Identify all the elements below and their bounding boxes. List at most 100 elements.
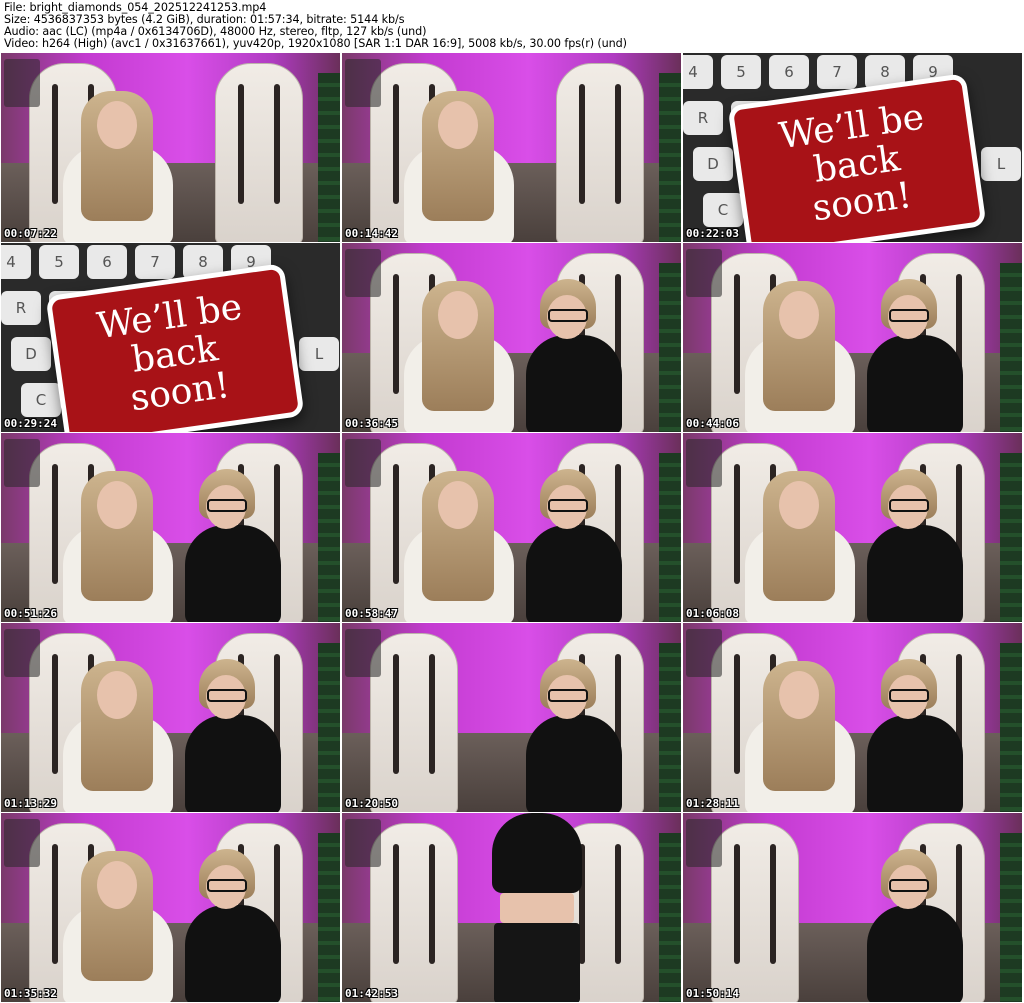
- face: [97, 861, 137, 909]
- glasses: [207, 879, 247, 892]
- timestamp-label: 00:22:03: [686, 227, 739, 240]
- stream-overlay-panel: [345, 819, 381, 867]
- timestamp-label: 00:51:26: [4, 607, 57, 620]
- christmas-tree: [659, 73, 681, 242]
- keyboard-key: L: [299, 337, 339, 371]
- keyboard-key: 5: [39, 245, 79, 279]
- gaming-chair: [711, 823, 799, 1002]
- stream-scene: [1, 623, 340, 812]
- christmas-tree: [318, 453, 340, 622]
- timestamp-label: 01:28:11: [686, 797, 739, 810]
- video-thumbnail[interactable]: 456789RTYUIODFGHJKLCVBNMWe’ll bebacksoon…: [683, 53, 1022, 242]
- keyboard-key: 7: [135, 245, 175, 279]
- glasses: [889, 689, 929, 702]
- stream-overlay-panel: [345, 629, 381, 677]
- face: [779, 291, 819, 339]
- stream-overlay-panel: [686, 249, 722, 297]
- glasses: [889, 499, 929, 512]
- gaming-chair: [370, 823, 458, 1002]
- face: [779, 671, 819, 719]
- timestamp-label: 01:42:53: [345, 987, 398, 1000]
- stream-scene: [1, 813, 340, 1002]
- keyboard-key: 7: [817, 55, 857, 89]
- timestamp-label: 00:36:45: [345, 417, 398, 430]
- video-thumbnail[interactable]: 01:35:32: [1, 813, 340, 1002]
- christmas-tree: [659, 833, 681, 1002]
- video-thumbnail[interactable]: 456789RTYUIODFGHJKLCVBNMWe’ll bebacksoon…: [1, 243, 340, 432]
- keyboard-key: D: [11, 337, 51, 371]
- keyboard-key: 6: [769, 55, 809, 89]
- face: [438, 291, 478, 339]
- stream-overlay-panel: [686, 629, 722, 677]
- timestamp-label: 00:58:47: [345, 607, 398, 620]
- stream-scene: [683, 623, 1022, 812]
- timestamp-label: 00:29:24: [4, 417, 57, 430]
- stream-scene: [342, 243, 681, 432]
- keyboard-key: 4: [683, 55, 713, 89]
- stream-scene: [1, 433, 340, 622]
- stream-scene: [1, 53, 340, 242]
- performer-right: [867, 715, 963, 812]
- video-thumbnail[interactable]: 00:07:22: [1, 53, 340, 242]
- timestamp-label: 00:44:06: [686, 417, 739, 430]
- glasses: [207, 689, 247, 702]
- performer-midriff: [500, 893, 574, 923]
- stream-overlay-panel: [686, 819, 722, 867]
- face: [438, 101, 478, 149]
- christmas-tree: [659, 263, 681, 432]
- video-thumbnail[interactable]: 00:44:06: [683, 243, 1022, 432]
- stream-scene: [342, 623, 681, 812]
- keyboard-key: R: [683, 101, 723, 135]
- christmas-tree: [659, 643, 681, 812]
- face: [97, 101, 137, 149]
- christmas-tree: [1000, 643, 1022, 812]
- stream-overlay-panel: [345, 249, 381, 297]
- gaming-chair: [556, 63, 644, 242]
- video-thumbnail[interactable]: 01:28:11: [683, 623, 1022, 812]
- performer-torso-top: [492, 813, 582, 893]
- stream-scene: [342, 433, 681, 622]
- performer-right: [526, 525, 622, 622]
- christmas-tree: [1000, 263, 1022, 432]
- video-thumbnail[interactable]: 01:42:53: [342, 813, 681, 1002]
- glasses: [207, 499, 247, 512]
- gaming-chair: [370, 633, 458, 812]
- performer-right: [185, 715, 281, 812]
- christmas-tree: [1000, 833, 1022, 1002]
- performer-right: [185, 525, 281, 622]
- glasses: [889, 879, 929, 892]
- performer-right: [867, 335, 963, 432]
- video-thumbnail[interactable]: 01:13:29: [1, 623, 340, 812]
- christmas-tree: [318, 833, 340, 1002]
- keyboard-key: 5: [721, 55, 761, 89]
- face: [779, 481, 819, 529]
- stream-overlay-panel: [4, 59, 40, 107]
- video-thumbnail[interactable]: 00:36:45: [342, 243, 681, 432]
- video-thumbnail[interactable]: 01:20:50: [342, 623, 681, 812]
- video-thumbnail[interactable]: 00:14:42: [342, 53, 681, 242]
- stream-overlay-panel: [345, 59, 381, 107]
- stream-scene: [342, 53, 681, 242]
- video-thumbnail[interactable]: 01:50:14: [683, 813, 1022, 1002]
- face: [97, 481, 137, 529]
- stream-overlay-panel: [4, 629, 40, 677]
- keyboard-key: C: [21, 383, 61, 417]
- timestamp-label: 01:06:08: [686, 607, 739, 620]
- keyboard-key: L: [981, 147, 1021, 181]
- timestamp-label: 01:50:14: [686, 987, 739, 1000]
- keyboard-key: C: [703, 193, 743, 227]
- christmas-tree: [1000, 453, 1022, 622]
- timestamp-label: 01:20:50: [345, 797, 398, 810]
- face: [97, 671, 137, 719]
- stream-scene: [683, 433, 1022, 622]
- video-thumbnail[interactable]: 00:58:47: [342, 433, 681, 622]
- thumbnail-grid: 00:07:2200:14:42456789RTYUIODFGHJKLCVBNM…: [0, 53, 1024, 1003]
- video-thumbnail[interactable]: 00:51:26: [1, 433, 340, 622]
- christmas-tree: [318, 643, 340, 812]
- stream-overlay-panel: [345, 439, 381, 487]
- christmas-tree: [659, 453, 681, 622]
- video-thumbnail[interactable]: 01:06:08: [683, 433, 1022, 622]
- christmas-tree: [318, 73, 340, 242]
- timestamp-label: 00:14:42: [345, 227, 398, 240]
- performer-right: [867, 905, 963, 1002]
